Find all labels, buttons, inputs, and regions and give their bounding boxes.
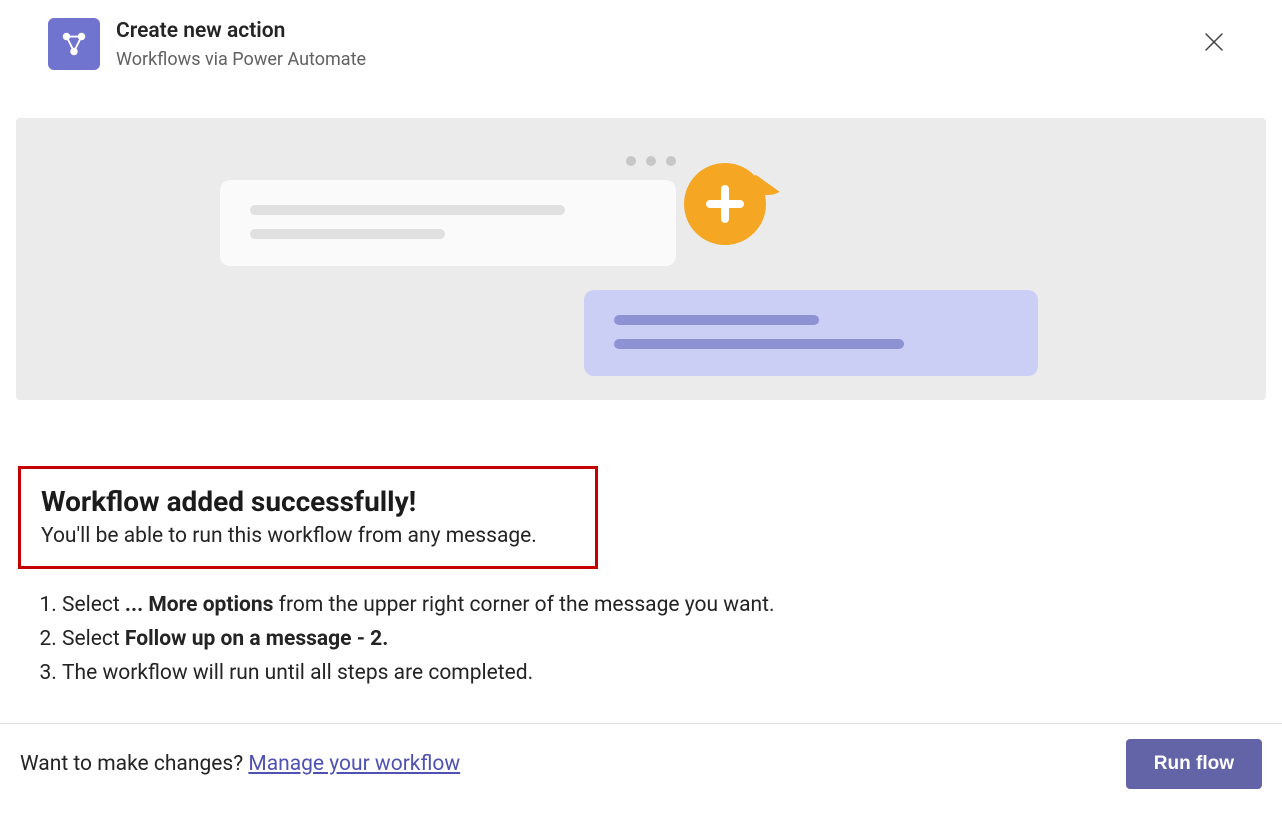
plus-badge-icon	[684, 163, 766, 245]
workflows-app-icon	[48, 18, 100, 70]
step-3: The workflow will run until all steps ar…	[62, 657, 1264, 691]
run-flow-button[interactable]: Run flow	[1126, 739, 1262, 789]
step-bold: ... More options	[125, 593, 274, 617]
step-2: Select Follow up on a message - 2.	[62, 623, 1264, 657]
step-text: from the upper right corner of the messa…	[273, 593, 774, 617]
step-text: Select	[62, 627, 125, 651]
success-title: Workflow added successfully!	[41, 485, 575, 518]
step-1: Select ... More options from the upper r…	[62, 589, 1264, 623]
illustration-reply-card	[584, 290, 1038, 376]
step-bold: Follow up on a message - 2.	[125, 627, 388, 651]
success-subtitle: You'll be able to run this workflow from…	[41, 524, 575, 548]
dialog-subtitle: Workflows via Power Automate	[116, 47, 1180, 72]
step-text: Select	[62, 593, 125, 617]
close-button[interactable]	[1196, 24, 1232, 64]
dialog-title: Create new action	[116, 18, 1180, 45]
dialog-footer: Want to make changes? Manage your workfl…	[0, 723, 1282, 813]
dialog-content: Workflow added successfully! You'll be a…	[0, 400, 1282, 690]
close-icon	[1204, 32, 1224, 52]
success-highlight-box: Workflow added successfully! You'll be a…	[18, 466, 598, 569]
footer-prompt: Want to make changes? Manage your workfl…	[20, 752, 460, 776]
dialog-header: Create new action Workflows via Power Au…	[0, 0, 1282, 90]
ellipsis-decoration	[626, 156, 676, 166]
header-text-group: Create new action Workflows via Power Au…	[116, 18, 1180, 72]
hero-illustration	[16, 118, 1266, 400]
illustration-message-card	[220, 180, 676, 266]
instruction-steps: Select ... More options from the upper r…	[18, 589, 1264, 690]
footer-prompt-text: Want to make changes?	[20, 752, 248, 776]
manage-workflow-link[interactable]: Manage your workflow	[248, 752, 460, 776]
